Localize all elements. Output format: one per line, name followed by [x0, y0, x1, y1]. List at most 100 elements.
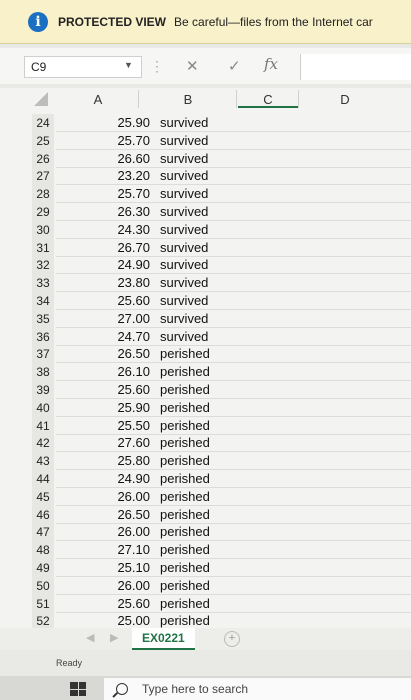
cell-a[interactable]: 25.60 [96, 292, 150, 310]
cell-b[interactable]: survived [160, 132, 240, 150]
cell-a[interactable]: 24.90 [96, 256, 150, 274]
row-number[interactable]: 49 [32, 559, 54, 577]
cell-a[interactable]: 24.30 [96, 221, 150, 239]
row-number[interactable]: 50 [32, 576, 54, 595]
cell-a[interactable]: 25.70 [96, 132, 150, 150]
row-number[interactable]: 26 [32, 149, 54, 168]
row-number[interactable]: 29 [32, 203, 54, 221]
cell-a[interactable]: 25.80 [96, 452, 150, 470]
column-header-a[interactable]: A [60, 90, 136, 108]
cell-a[interactable]: 26.00 [96, 577, 150, 595]
row-number[interactable]: 47 [32, 523, 54, 542]
cell-b[interactable]: perished [160, 506, 240, 524]
cell-a[interactable]: 26.30 [96, 203, 150, 221]
cell-a[interactable]: 25.60 [96, 381, 150, 399]
select-all-corner-icon[interactable] [30, 92, 48, 106]
cell-b[interactable]: perished [160, 381, 240, 399]
row-number[interactable]: 24 [32, 114, 54, 132]
cell-a[interactable]: 25.70 [96, 185, 150, 203]
cancel-icon[interactable]: ✕ [186, 57, 199, 75]
cell-b[interactable]: perished [160, 488, 240, 506]
taskbar-search-box[interactable]: Type here to search [104, 678, 411, 700]
row-number[interactable]: 38 [32, 363, 54, 382]
column-header-d[interactable]: D [300, 90, 390, 108]
row-number[interactable]: 40 [32, 398, 54, 417]
chevron-down-icon[interactable]: ▼ [124, 60, 133, 70]
cell-b[interactable]: perished [160, 577, 240, 595]
add-sheet-icon[interactable]: + [224, 631, 240, 647]
cell-b[interactable]: survived [160, 239, 240, 257]
sheet-nav-left-icon[interactable]: ◀ [86, 631, 94, 644]
cell-a[interactable]: 26.00 [96, 523, 150, 541]
cell-a[interactable]: 25.90 [96, 399, 150, 417]
row-number[interactable]: 51 [32, 594, 54, 613]
cell-b[interactable]: survived [160, 114, 240, 132]
row-number[interactable]: 39 [32, 381, 54, 399]
cell-b[interactable]: perished [160, 399, 240, 417]
cell-b[interactable]: survived [160, 185, 240, 203]
row-number[interactable]: 44 [32, 470, 54, 488]
row-number[interactable]: 36 [32, 327, 54, 346]
cell-b[interactable]: perished [160, 452, 240, 470]
cell-b[interactable]: survived [160, 328, 240, 346]
cell-a[interactable]: 26.60 [96, 150, 150, 168]
cell-b[interactable]: perished [160, 434, 240, 452]
sheet-nav-right-icon[interactable]: ▶ [110, 631, 118, 644]
cell-a[interactable]: 27.10 [96, 541, 150, 559]
row-number[interactable]: 27 [32, 167, 54, 186]
cell-b[interactable]: survived [160, 167, 240, 185]
row-number[interactable]: 30 [32, 220, 54, 239]
row-number[interactable]: 41 [32, 416, 54, 435]
windows-start-icon[interactable] [70, 682, 86, 696]
row-number[interactable]: 33 [32, 274, 54, 293]
cell-b[interactable]: survived [160, 274, 240, 292]
cell-a[interactable]: 23.80 [96, 274, 150, 292]
formula-input[interactable] [300, 54, 411, 80]
cell-b[interactable]: survived [160, 221, 240, 239]
row-number[interactable]: 35 [32, 309, 54, 328]
cell-b[interactable]: perished [160, 470, 240, 488]
row-number[interactable]: 45 [32, 487, 54, 506]
cell-a[interactable]: 23.20 [96, 167, 150, 185]
cell-a[interactable]: 26.50 [96, 345, 150, 363]
cell-b[interactable]: survived [160, 292, 240, 310]
cell-b[interactable]: survived [160, 150, 240, 168]
cell-a[interactable]: 25.10 [96, 559, 150, 577]
cell-a[interactable]: 26.10 [96, 363, 150, 381]
cell-b[interactable]: perished [160, 363, 240, 381]
cell-a[interactable]: 25.90 [96, 114, 150, 132]
cell-b[interactable]: perished [160, 541, 240, 559]
row-number[interactable]: 28 [32, 185, 54, 204]
enter-check-icon[interactable]: ✓ [228, 57, 241, 75]
cell-a[interactable]: 25.50 [96, 417, 150, 435]
cell-b[interactable]: perished [160, 559, 240, 577]
cell-a[interactable]: 25.60 [96, 595, 150, 613]
column-header-b[interactable]: B [140, 90, 236, 108]
row-number[interactable]: 43 [32, 452, 54, 471]
cell-a[interactable]: 26.00 [96, 488, 150, 506]
row-number[interactable]: 37 [32, 345, 54, 364]
cell-b[interactable]: perished [160, 345, 240, 363]
cell-b[interactable]: survived [160, 203, 240, 221]
row-number[interactable]: 25 [32, 131, 54, 150]
cell-a[interactable]: 24.70 [96, 328, 150, 346]
row-number[interactable]: 32 [32, 256, 54, 275]
row-number[interactable]: 34 [32, 292, 54, 310]
cell-b[interactable]: survived [160, 310, 240, 328]
row-number[interactable]: 42 [32, 434, 54, 453]
row-number[interactable]: 48 [32, 541, 54, 560]
sheet-tab[interactable]: EX0221 [132, 628, 195, 650]
row-number[interactable]: 46 [32, 505, 54, 524]
cell-a[interactable]: 26.70 [96, 239, 150, 257]
cell-a[interactable]: 24.90 [96, 470, 150, 488]
row-number[interactable]: 31 [32, 238, 54, 257]
cell-a[interactable]: 27.00 [96, 310, 150, 328]
table-row: 36 24.70 survived [0, 327, 411, 346]
cell-b[interactable]: survived [160, 256, 240, 274]
cell-b[interactable]: perished [160, 523, 240, 541]
cell-a[interactable]: 26.50 [96, 506, 150, 524]
cell-a[interactable]: 27.60 [96, 434, 150, 452]
insert-function-icon[interactable]: fx [264, 55, 278, 73]
cell-b[interactable]: perished [160, 595, 240, 613]
cell-b[interactable]: perished [160, 417, 240, 435]
